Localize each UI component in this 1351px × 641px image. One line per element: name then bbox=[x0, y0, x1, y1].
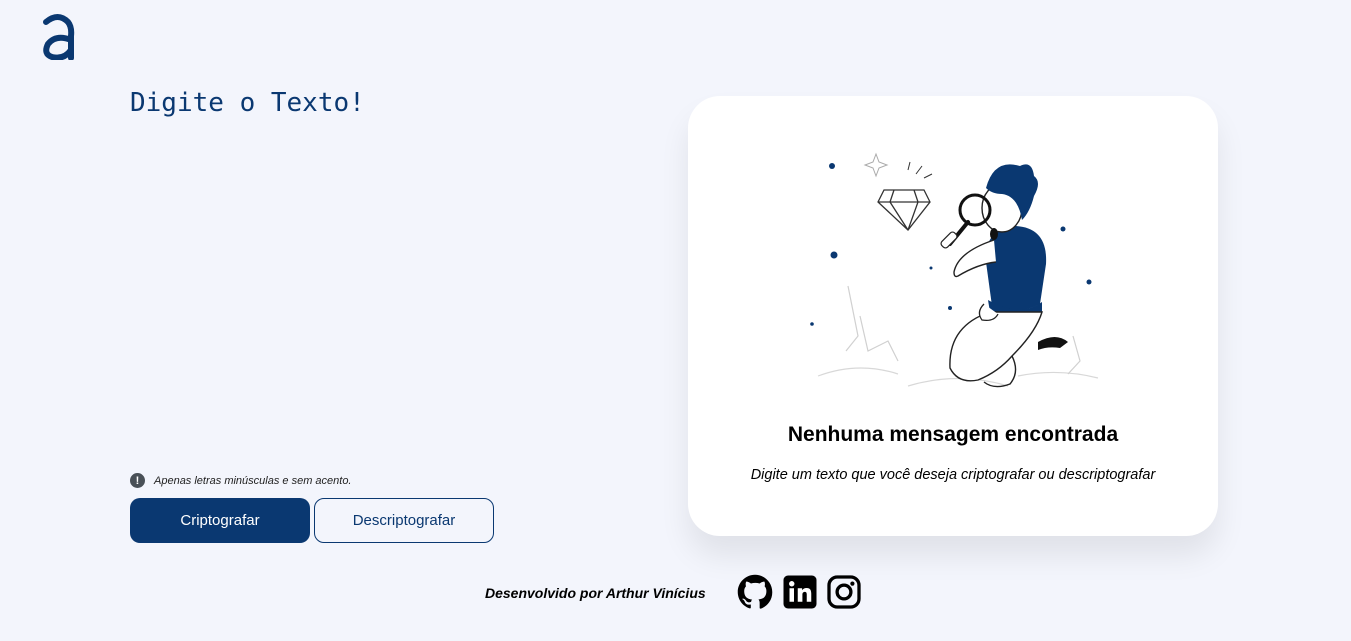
decrypt-button[interactable]: Descriptografar bbox=[314, 498, 494, 543]
empty-message-subtitle: Digite um texto que você deseja criptogr… bbox=[750, 467, 1156, 483]
info-icon: ! bbox=[130, 473, 145, 488]
output-card: Nenhuma mensagem encontrada Digite um te… bbox=[688, 96, 1218, 536]
instagram-icon[interactable] bbox=[826, 574, 862, 610]
hint-text: Apenas letras minúsculas e sem acento. bbox=[154, 474, 352, 487]
alura-logo[interactable] bbox=[40, 14, 76, 60]
linkedin-icon[interactable] bbox=[782, 574, 818, 610]
encrypt-button[interactable]: Criptografar bbox=[130, 498, 310, 543]
footer-credit: Desenvolvido por Arthur Vinícius bbox=[485, 585, 706, 601]
github-icon[interactable] bbox=[737, 574, 773, 610]
input-hint: ! Apenas letras minúsculas e sem acento. bbox=[130, 473, 352, 488]
searching-person-illustration bbox=[810, 152, 1099, 388]
empty-message-title: Nenhuma mensagem encontrada bbox=[787, 423, 1119, 446]
text-input[interactable] bbox=[130, 88, 610, 448]
